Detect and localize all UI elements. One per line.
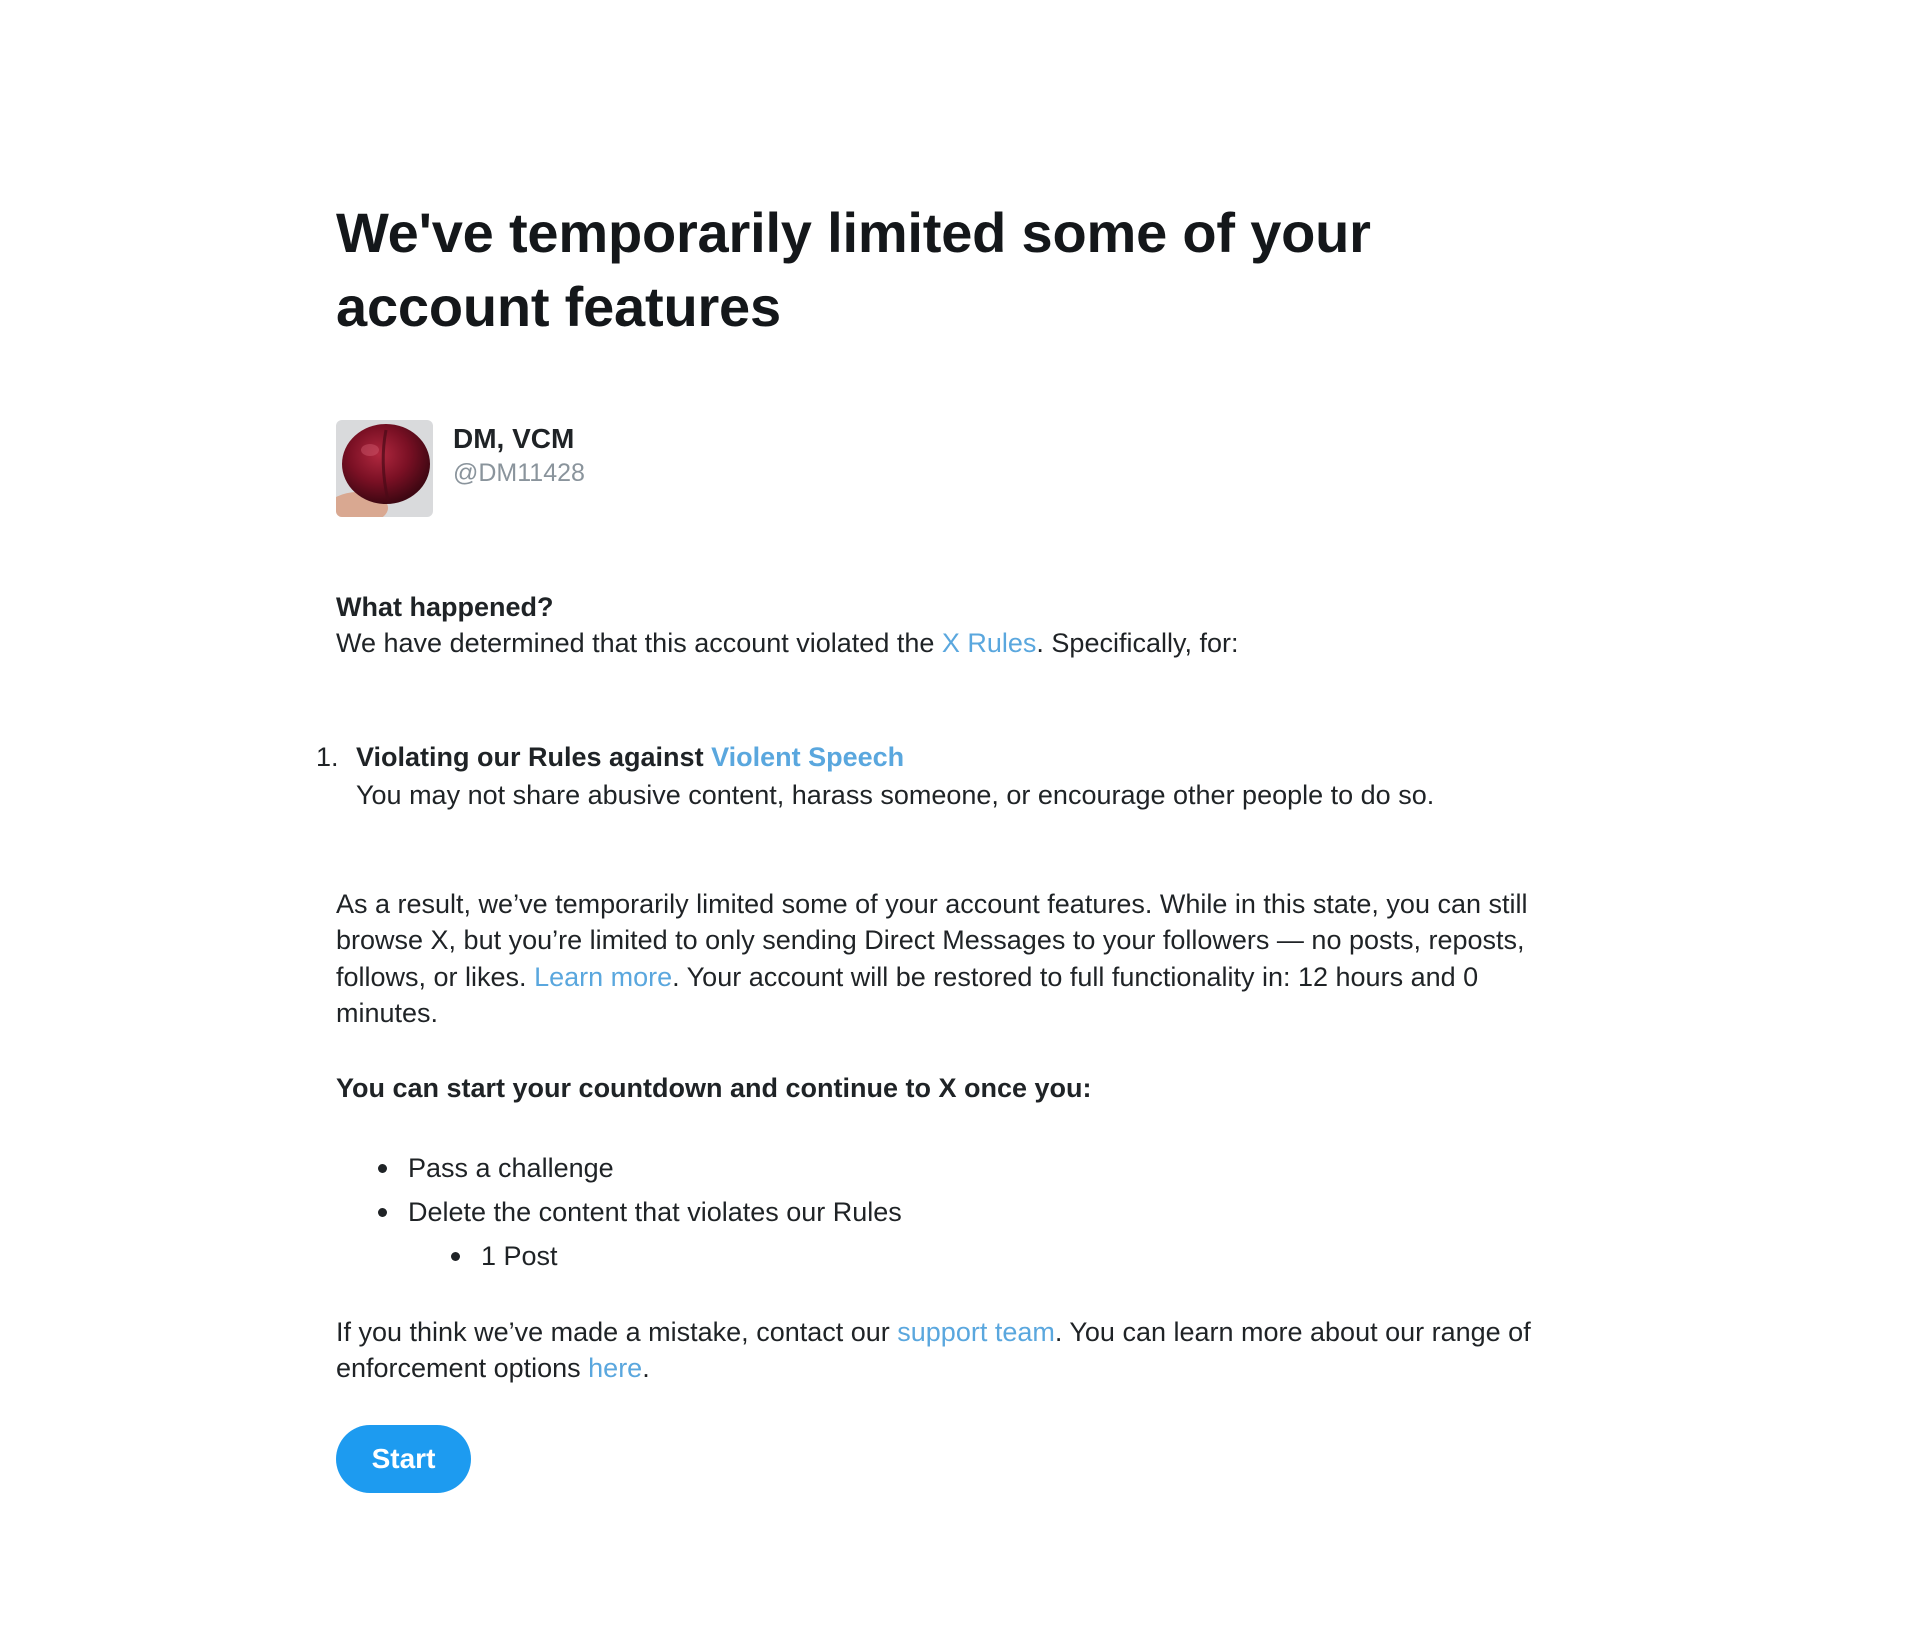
learn-more-link[interactable]: Learn more [534,962,672,992]
sub-requirement-item: 1 Post [336,1234,1536,1278]
sub-requirements-list: 1 Post [336,1234,1536,1278]
violation-item: 1. Violating our Rules against Violent S… [316,738,1536,814]
violation-title: Violating our Rules against Violent Spee… [356,738,1536,776]
result-text: As a result, we’ve temporarily limited s… [336,886,1536,1032]
requirement-item: Pass a challenge [336,1146,1536,1190]
violent-speech-link[interactable]: Violent Speech [711,742,904,772]
account-card: DM, VCM @DM11428 [336,420,1536,517]
what-happened-text: We have determined that this account vio… [336,625,1536,662]
account-name: DM, VCM [453,423,575,454]
account-info: DM, VCM @DM11428 [453,420,585,490]
sub-requirements: 1 Post [336,1234,1536,1278]
violation-description: You may not share abusive content, haras… [356,779,1435,810]
mistake-text-before: If you think we’ve made a mistake, conta… [336,1316,898,1347]
bullet-icon [378,1207,387,1217]
requirement-label: Pass a challenge [408,1152,614,1183]
here-link[interactable]: here [588,1353,642,1383]
start-button[interactable]: Start [336,1424,471,1493]
requirement-label: Delete the content that violates our Rul… [408,1196,902,1227]
avatar [336,420,433,517]
violation-title-prefix: Violating our Rules against [356,741,712,772]
limited-account-page: We've temporarily limited some of your a… [316,196,1536,1493]
requirements-list: Pass a challenge Delete the content that… [336,1146,1536,1278]
violation-number: 1. [316,741,339,772]
x-rules-link[interactable]: X Rules [942,628,1037,658]
violations-list: 1. Violating our Rules against Violent S… [316,738,1536,814]
account-handle: @DM11428 [453,459,585,487]
avatar-photo-icon [336,420,433,517]
support-team-link[interactable]: support team [897,1317,1055,1347]
what-happened-heading: What happened? [336,592,554,622]
countdown-heading: You can start your countdown and continu… [336,1072,1092,1103]
what-happened-text-after: . Specifically, for: [1036,628,1239,658]
bullet-icon [378,1163,387,1173]
bullet-icon [451,1251,460,1261]
what-happened-text-before: We have determined that this account vio… [336,628,942,658]
requirement-item: Delete the content that violates our Rul… [336,1190,1536,1234]
page-title: We've temporarily limited some of your a… [336,201,1371,338]
sub-requirement-label: 1 Post [481,1240,558,1271]
mistake-text: If you think we’ve made a mistake, conta… [336,1314,1536,1387]
mistake-text-after: . [642,1353,650,1383]
